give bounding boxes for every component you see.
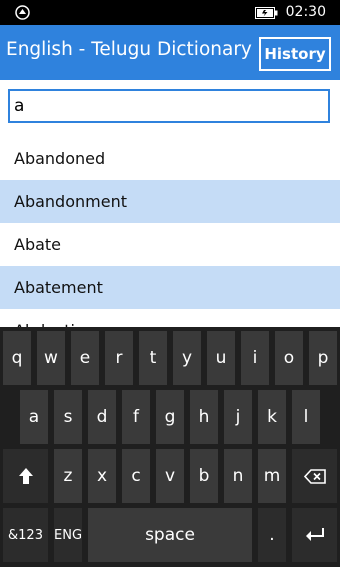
key-s[interactable]: s — [54, 390, 82, 444]
key-o[interactable]: o — [275, 331, 303, 385]
app-header: English - Telugu Dictionary History — [0, 25, 340, 80]
key-f[interactable]: f — [122, 390, 150, 444]
app-title: English - Telugu Dictionary — [6, 39, 252, 60]
status-bar: 02:30 — [0, 0, 340, 25]
key-d[interactable]: d — [88, 390, 116, 444]
list-item[interactable]: Abandonment — [0, 180, 340, 223]
key-y[interactable]: y — [173, 331, 201, 385]
key-i[interactable]: i — [241, 331, 269, 385]
list-item[interactable]: Abduction — [0, 309, 340, 327]
key-v[interactable]: v — [156, 449, 184, 503]
space-key[interactable]: space — [88, 508, 252, 562]
backspace-key[interactable] — [292, 449, 337, 503]
key-g[interactable]: g — [156, 390, 184, 444]
key-u[interactable]: u — [207, 331, 235, 385]
key-a[interactable]: a — [20, 390, 48, 444]
key-l[interactable]: l — [292, 390, 320, 444]
list-item[interactable]: Abatement — [0, 266, 340, 309]
key-h[interactable]: h — [190, 390, 218, 444]
key-b[interactable]: b — [190, 449, 218, 503]
shift-arrow-icon — [18, 468, 33, 484]
enter-key[interactable] — [292, 508, 337, 562]
on-screen-keyboard: q w e r t y u i o p a s d f g h j k l z … — [0, 327, 340, 567]
language-key[interactable]: ENG — [54, 508, 82, 562]
key-j[interactable]: j — [224, 390, 252, 444]
list-item[interactable]: Abandoned — [0, 137, 340, 180]
history-button[interactable]: History — [259, 37, 331, 71]
notification-app-icon — [15, 5, 30, 20]
key-m[interactable]: m — [258, 449, 286, 503]
key-n[interactable]: n — [224, 449, 252, 503]
key-c[interactable]: c — [122, 449, 150, 503]
key-p[interactable]: p — [309, 331, 337, 385]
numbers-key[interactable]: &123 — [3, 508, 48, 562]
search-input[interactable] — [8, 89, 330, 123]
key-r[interactable]: r — [105, 331, 133, 385]
shift-key[interactable] — [3, 449, 48, 503]
status-time: 02:30 — [285, 4, 326, 20]
results-list: Abandoned Abandonment Abate Abatement Ab… — [0, 137, 340, 327]
key-x[interactable]: x — [88, 449, 116, 503]
key-e[interactable]: e — [71, 331, 99, 385]
key-z[interactable]: z — [54, 449, 82, 503]
enter-icon — [305, 528, 324, 541]
key-t[interactable]: t — [139, 331, 167, 385]
battery-charging-icon — [254, 6, 278, 19]
list-item[interactable]: Abate — [0, 223, 340, 266]
key-k[interactable]: k — [258, 390, 286, 444]
period-key[interactable]: . — [258, 508, 286, 562]
key-w[interactable]: w — [37, 331, 65, 385]
backspace-icon — [303, 468, 326, 484]
key-q[interactable]: q — [3, 331, 31, 385]
